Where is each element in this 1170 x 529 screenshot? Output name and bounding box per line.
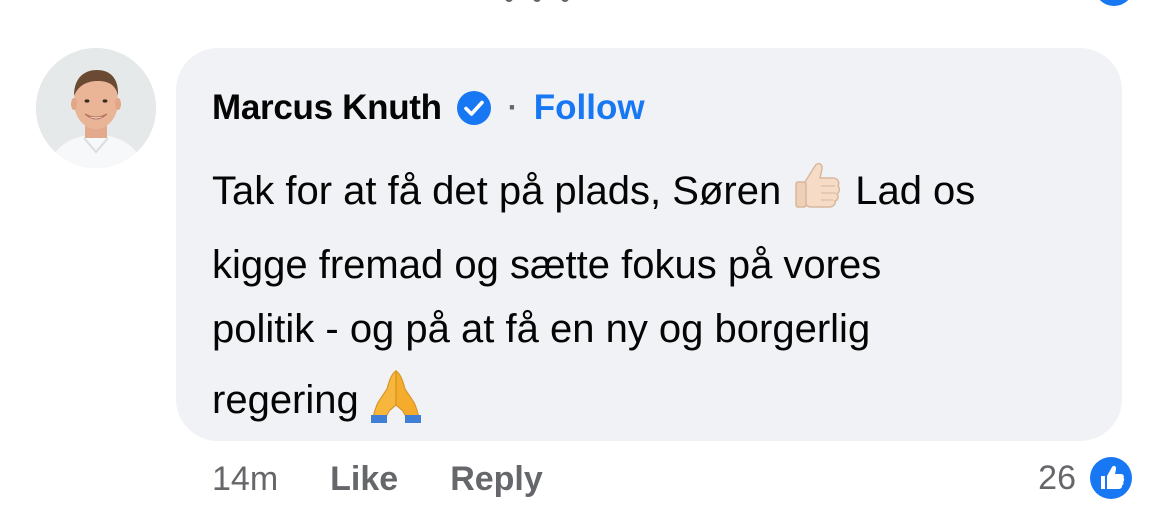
folded-hands-emoji-icon xyxy=(367,365,425,442)
comment-text-segment: Lad os xyxy=(855,169,976,213)
comment-actions: 14m Like Reply xyxy=(212,455,543,503)
comment-text: Tak for at få det på plads, Søren Lad os… xyxy=(212,156,1092,442)
author-name[interactable]: Marcus Knuth xyxy=(212,88,442,128)
comment-text-line: Tak for at få det på plads, Søren Lad os xyxy=(212,156,1092,233)
comment-header: Marcus Knuth · Follow xyxy=(212,86,645,130)
follow-button[interactable]: Follow xyxy=(534,88,645,128)
comment-bubble: Marcus Knuth · Follow Tak for at få det … xyxy=(176,48,1122,441)
like-button[interactable]: Like xyxy=(330,460,398,499)
thumbs-up-emoji-icon xyxy=(789,156,847,233)
separator-dot: · xyxy=(507,91,518,124)
like-reaction-icon xyxy=(1086,453,1136,503)
reply-button[interactable]: Reply xyxy=(450,460,543,499)
comment-text-segment: Tak for at få det på plads, Søren xyxy=(212,169,782,213)
reactions-summary[interactable]: 26 xyxy=(1038,452,1136,504)
avatar[interactable] xyxy=(36,48,156,168)
reaction-count: 26 xyxy=(1038,458,1076,497)
comment-text-line: regering xyxy=(212,365,1092,442)
comment-text-line: kigge fremad og sætte fokus på vores xyxy=(212,243,882,287)
comment-text-line: politik - og på at få en ny og borgerlig xyxy=(212,307,871,351)
avatar-image xyxy=(36,48,156,168)
comment-text-segment: regering xyxy=(212,378,359,422)
comment: Marcus Knuth · Follow Tak for at få det … xyxy=(0,0,1170,529)
verified-badge-icon xyxy=(456,90,492,126)
comment-timestamp[interactable]: 14m xyxy=(212,460,278,499)
